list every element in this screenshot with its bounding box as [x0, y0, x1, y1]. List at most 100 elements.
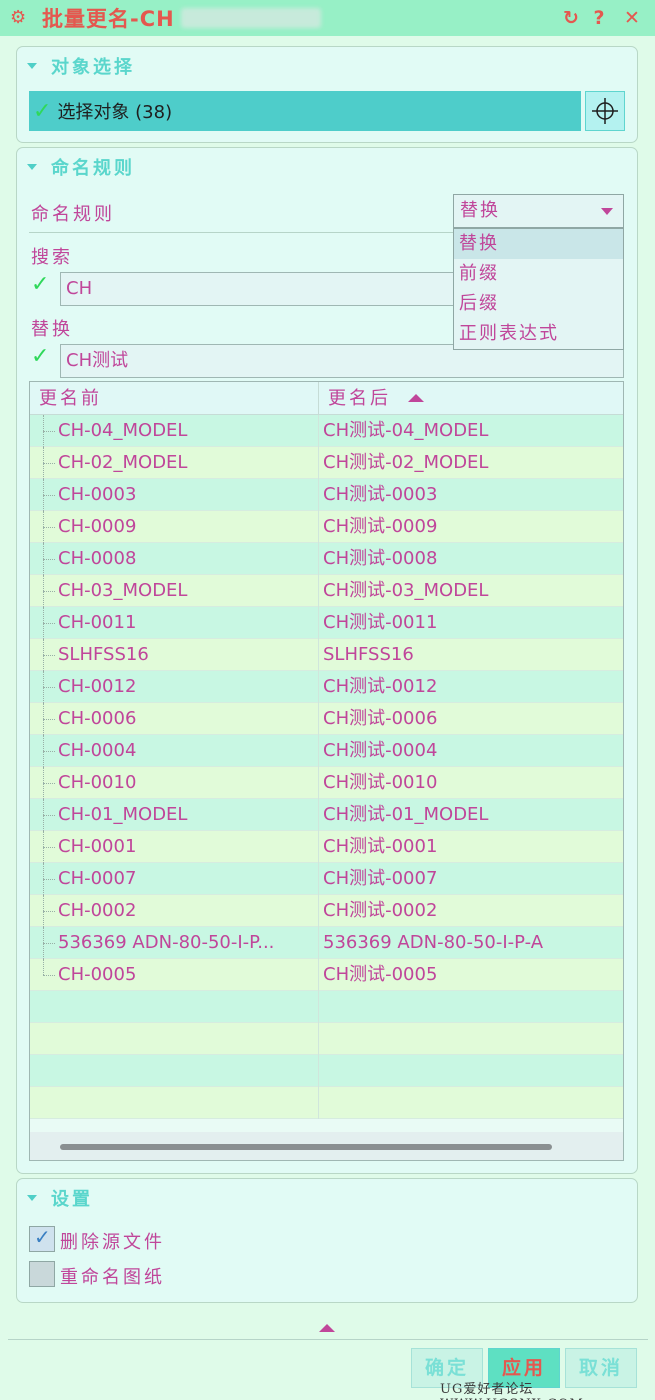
column-header-before[interactable]: 更名前 — [30, 382, 319, 415]
expand-up-icon[interactable] — [319, 1324, 335, 1332]
table-row[interactable]: 536369 ADN-80-50-I-P... 536369 ADN-80-50-… — [30, 927, 623, 959]
cell-before: CH-0005 — [58, 964, 137, 985]
cell-before: CH-03_MODEL — [58, 580, 188, 601]
column-separator — [318, 895, 319, 927]
table-row[interactable]: CH-0002 CH测试-0002 — [30, 895, 623, 927]
rule-dropdown-value: 替换 — [460, 200, 500, 221]
cell-after: CH测试-0003 — [323, 484, 438, 505]
table-row[interactable]: CH-0012 CH测试-0012 — [30, 671, 623, 703]
gear-icon: ⚙ — [10, 7, 27, 28]
tree-line — [43, 975, 55, 976]
table-row[interactable]: CH-0010 CH测试-0010 — [30, 767, 623, 799]
cell-before: CH-0002 — [58, 900, 137, 921]
table-row[interactable]: CH-0003 CH测试-0003 — [30, 479, 623, 511]
search-label: 搜索 — [31, 247, 73, 268]
column-separator — [318, 703, 319, 735]
column-separator — [318, 991, 319, 1023]
cell-after: CH测试-0008 — [323, 548, 438, 569]
dropdown-option[interactable]: 前缀 — [454, 259, 623, 289]
tree-line — [43, 815, 55, 816]
scrollbar-thumb[interactable] — [60, 1144, 552, 1150]
column-separator — [318, 671, 319, 703]
table-row[interactable]: CH-0004 CH测试-0004 — [30, 735, 623, 767]
column-header-after[interactable]: 更名后 — [319, 382, 623, 415]
column-separator — [318, 415, 319, 447]
sort-ascending-icon — [408, 394, 424, 402]
tree-line — [43, 655, 55, 656]
dropdown-option[interactable]: 替换 — [454, 229, 623, 259]
window-title: 批量更名-CH — [42, 7, 175, 31]
rule-label: 命名规则 — [31, 204, 115, 225]
table-row[interactable]: CH-04_MODEL CH测试-04_MODEL — [30, 415, 623, 447]
cell-before: 536369 ADN-80-50-I-P... — [58, 932, 275, 953]
tree-line — [43, 431, 55, 432]
cell-before: CH-0004 — [58, 740, 137, 761]
object-select-group: 对象选择 ✓ 选择对象 (38) — [16, 46, 638, 143]
reset-icon[interactable]: ↻ — [559, 6, 583, 30]
rename-table: 更名前 更名后 CH-04_MODEL CH测试-04_MODEL CH-02_MO… — [29, 381, 624, 1161]
column-separator — [318, 447, 319, 479]
select-object-bar[interactable]: ✓ 选择对象 (38) — [29, 91, 581, 131]
cell-before: CH-0012 — [58, 676, 137, 697]
tree-line — [43, 959, 44, 975]
cell-before: CH-02_MODEL — [58, 452, 188, 473]
cell-after: CH测试-02_MODEL — [323, 452, 489, 473]
table-row[interactable]: CH-02_MODEL CH测试-02_MODEL — [30, 447, 623, 479]
column-separator — [318, 479, 319, 511]
rule-dropdown-list: 替换 前缀 后缀 正则表达式 — [453, 228, 624, 350]
table-row[interactable]: CH-0007 CH测试-0007 — [30, 863, 623, 895]
collapse-triangle-icon[interactable] — [27, 1195, 37, 1201]
collapse-triangle-icon[interactable] — [27, 63, 37, 69]
object-select-header[interactable]: 对象选择 — [27, 53, 135, 79]
column-separator — [318, 543, 319, 575]
table-header: 更名前 更名后 — [30, 382, 623, 415]
object-select-title: 对象选择 — [51, 57, 135, 78]
help-icon[interactable]: ? — [587, 6, 611, 30]
cell-after: CH测试-01_MODEL — [323, 804, 489, 825]
column-separator — [318, 575, 319, 607]
column-separator — [318, 927, 319, 959]
search-input[interactable]: CH — [60, 272, 454, 306]
column-separator — [318, 959, 319, 991]
dropdown-option[interactable]: 后缀 — [454, 289, 623, 319]
cell-before: CH-0001 — [58, 836, 137, 857]
tree-line — [43, 527, 55, 528]
cell-before: CH-0007 — [58, 868, 137, 889]
divider — [8, 1339, 648, 1340]
delete-source-checkbox[interactable]: ✓ — [29, 1225, 55, 1252]
tree-line — [43, 687, 55, 688]
table-row[interactable]: CH-0001 CH测试-0001 — [30, 831, 623, 863]
table-row[interactable]: SLHFSS16 SLHFSS16 — [30, 639, 623, 671]
cell-after: SLHFSS16 — [323, 644, 414, 665]
tree-line — [43, 591, 55, 592]
cell-after: CH测试-0007 — [323, 868, 438, 889]
table-row[interactable]: CH-03_MODEL CH测试-03_MODEL — [30, 575, 623, 607]
table-row[interactable]: CH-0009 CH测试-0009 — [30, 511, 623, 543]
table-row[interactable]: CH-01_MODEL CH测试-01_MODEL — [30, 799, 623, 831]
crosshair-select-button[interactable] — [585, 91, 625, 131]
cell-before: CH-0006 — [58, 708, 137, 729]
cell-before: CH-0011 — [58, 612, 137, 633]
collapse-triangle-icon[interactable] — [27, 164, 37, 170]
dropdown-option[interactable]: 正则表达式 — [454, 319, 623, 349]
rename-drawing-checkbox[interactable] — [29, 1261, 55, 1287]
cell-before: CH-0008 — [58, 548, 137, 569]
table-row[interactable]: CH-0005 CH测试-0005 — [30, 959, 623, 991]
settings-header[interactable]: 设置 — [27, 1185, 93, 1211]
cell-after: CH测试-0012 — [323, 676, 438, 697]
table-row[interactable]: CH-0006 CH测试-0006 — [30, 703, 623, 735]
title-bar: ⚙ 批量更名-CH ↻ ? ✕ — [0, 0, 655, 36]
divider — [29, 232, 453, 233]
tree-line — [43, 847, 55, 848]
table-row[interactable]: CH-0011 CH测试-0011 — [30, 607, 623, 639]
delete-source-label: 删除源文件 — [60, 1232, 165, 1253]
naming-rules-header[interactable]: 命名规则 — [27, 154, 135, 180]
table-row[interactable]: CH-0008 CH测试-0008 — [30, 543, 623, 575]
close-icon[interactable]: ✕ — [620, 6, 644, 30]
cell-before: CH-04_MODEL — [58, 420, 188, 441]
rule-dropdown[interactable]: 替换 — [453, 194, 624, 228]
tree-line — [43, 463, 55, 464]
horizontal-scrollbar[interactable] — [30, 1132, 623, 1160]
cell-after: CH测试-0005 — [323, 964, 438, 985]
column-separator — [318, 863, 319, 895]
